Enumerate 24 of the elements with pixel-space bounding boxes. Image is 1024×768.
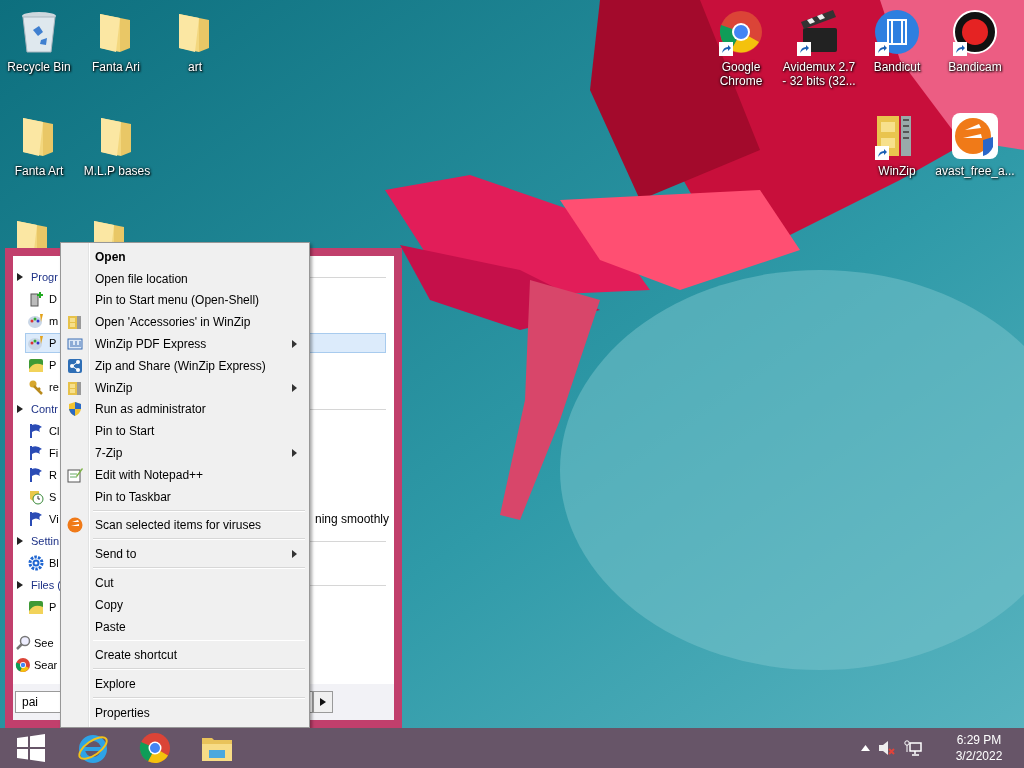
icon-label: art xyxy=(188,60,202,74)
icon-label: M.L.P bases xyxy=(83,164,151,178)
icon-label: Fanta Ari xyxy=(92,60,140,74)
result-label: P xyxy=(49,337,57,349)
result-label: m xyxy=(49,315,59,327)
result-label: Bl xyxy=(49,557,59,569)
icon-label: Fanta Art xyxy=(14,164,64,178)
result-label: re xyxy=(49,381,59,393)
result-label: Cl xyxy=(49,425,60,437)
result-label: R xyxy=(49,469,57,481)
result-label: Vi xyxy=(49,513,59,525)
icon-label: Recycle Bin xyxy=(7,60,71,74)
icon-label: Bandicam xyxy=(948,60,1002,74)
result-label: P xyxy=(49,601,57,613)
icon-label: WinZip xyxy=(878,164,916,178)
result-label: S xyxy=(49,491,57,503)
icon-label: Google Chrome xyxy=(718,60,764,88)
icon-label: Bandicut xyxy=(873,60,921,74)
icon-label: Avidemux 2.7 - 32 bits (32... xyxy=(781,60,857,88)
result-label: D xyxy=(49,293,57,305)
icon-label: avast_free_a... xyxy=(935,164,1015,178)
result-label: Fi xyxy=(49,447,59,459)
result-label: ning smoothly xyxy=(314,512,389,526)
result-label: P xyxy=(49,359,57,371)
